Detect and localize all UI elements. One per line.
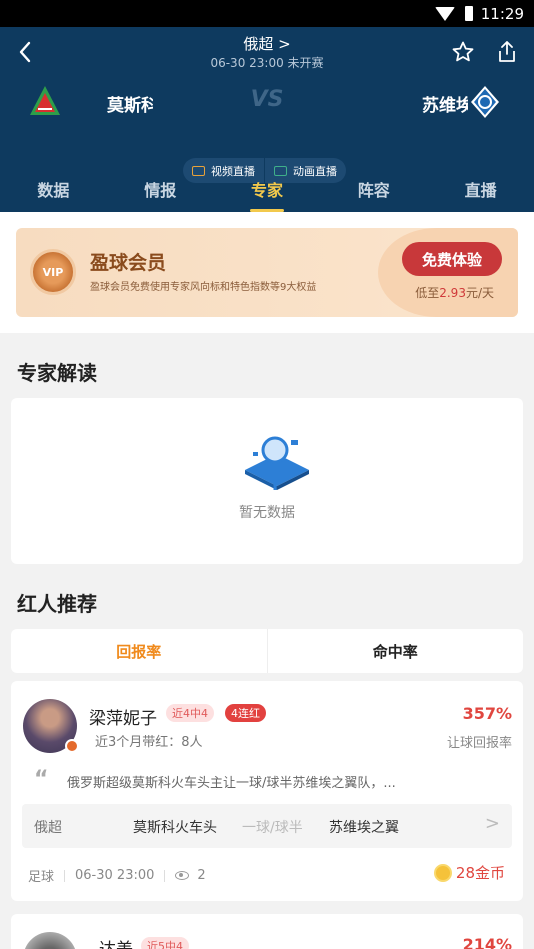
return-rate-value: 357%: [462, 704, 512, 723]
match-league: 俄超: [34, 820, 62, 836]
vip-banner-wrapper: VIP 盈球会员 盈球会员免费使用专家风向标和特色指数等9大权益 免费体验 低至…: [0, 212, 534, 333]
match-row[interactable]: 俄超 莫斯科火车头 一球/球半 苏维埃之翼 >: [22, 804, 512, 848]
share-icon: [499, 41, 515, 62]
battery-icon: [464, 6, 473, 21]
status-time: 11:29: [480, 4, 524, 23]
expert-name: 达美: [99, 935, 133, 949]
return-rate-label: 让球回报率: [446, 736, 512, 751]
recommendation-meta: 足球 06-30 23:00 2: [28, 866, 206, 885]
divider: [164, 869, 166, 882]
view-count: 2: [197, 868, 206, 883]
status-bar: 11:29: [0, 0, 534, 27]
recent-record-badge: 近5中4: [141, 937, 189, 949]
chevron-right-icon: >: [484, 813, 500, 834]
price-value: 28金币: [455, 864, 505, 882]
tab-intel[interactable]: 情报: [107, 166, 214, 212]
tab-expert[interactable]: 专家: [214, 166, 321, 212]
expert-name: 梁萍妮子: [89, 709, 157, 729]
expert-subtitle: 近3个月带红：8人: [95, 735, 203, 750]
tab-return-rate[interactable]: 回报率: [11, 629, 267, 673]
vip-banner[interactable]: VIP 盈球会员 盈球会员免费使用专家风向标和特色指数等9大权益 免费体验 低至…: [16, 228, 518, 317]
vip-description: 盈球会员免费使用专家风向标和特色指数等9大权益: [90, 282, 317, 293]
empty-state-text: 暂无数据: [239, 505, 295, 521]
price-tag[interactable]: 28金币: [433, 862, 505, 883]
vip-price: 低至2.93元/天: [415, 286, 494, 300]
match-home-team: 莫斯科火车头: [133, 820, 217, 836]
recommendation-quote: 俄罗斯超级莫斯科火车头主让一球/球半苏维埃之翼队，...: [67, 776, 396, 791]
recommend-section-title: 红人推荐: [17, 592, 97, 616]
match-header: 俄超 > 06-30 23:00 未开赛 莫斯科 VS 苏维埃 视频直播 动画直…: [0, 27, 534, 212]
tab-data[interactable]: 数据: [0, 166, 107, 212]
quote-icon: “: [34, 767, 49, 792]
match-handicap: 一球/球半: [242, 820, 303, 836]
free-trial-button[interactable]: 免费体验: [402, 242, 502, 276]
divider: [64, 869, 66, 882]
tab-hit-rate[interactable]: 命中率: [266, 629, 524, 673]
favorite-button[interactable]: [450, 39, 476, 65]
recent-record-badge: 近4中4: [166, 704, 214, 722]
vip-title: 盈球会员: [90, 252, 167, 274]
eye-icon: [175, 871, 190, 880]
star-icon: [452, 41, 474, 62]
empty-state-illustration: [245, 436, 309, 490]
match-tabs: 数据 情报 专家 阵容 直播: [0, 166, 534, 212]
expert-section-title: 专家解读: [17, 361, 97, 385]
return-rate-value: 214%: [462, 935, 512, 949]
away-team-logo[interactable]: [468, 85, 502, 119]
streak-badge: 4连红: [225, 704, 266, 722]
coin-icon: [433, 863, 452, 882]
match-time: 06-30 23:00: [75, 868, 155, 883]
vip-badge-icon: VIP: [30, 249, 76, 295]
sport-label: 足球: [28, 870, 55, 885]
away-team-name[interactable]: 苏维埃: [422, 91, 468, 116]
wifi-icon: [434, 6, 455, 21]
match-away-team: 苏维埃之翼: [329, 820, 399, 836]
recommendation-card[interactable]: 达美 近5中4 214%: [11, 914, 523, 949]
avatar[interactable]: [23, 932, 77, 949]
tab-lineup[interactable]: 阵容: [320, 166, 427, 212]
recommendation-card[interactable]: 梁萍妮子 近4中4 4连红 近3个月带红：8人 357% 让球回报率 “ 俄罗斯…: [11, 681, 523, 901]
expert-badge-icon: [65, 739, 79, 753]
rank-tabs: 回报率 命中率: [11, 629, 523, 673]
tab-live[interactable]: 直播: [427, 166, 534, 212]
expert-empty-card: 暂无数据: [11, 398, 523, 564]
share-button[interactable]: [494, 39, 520, 65]
